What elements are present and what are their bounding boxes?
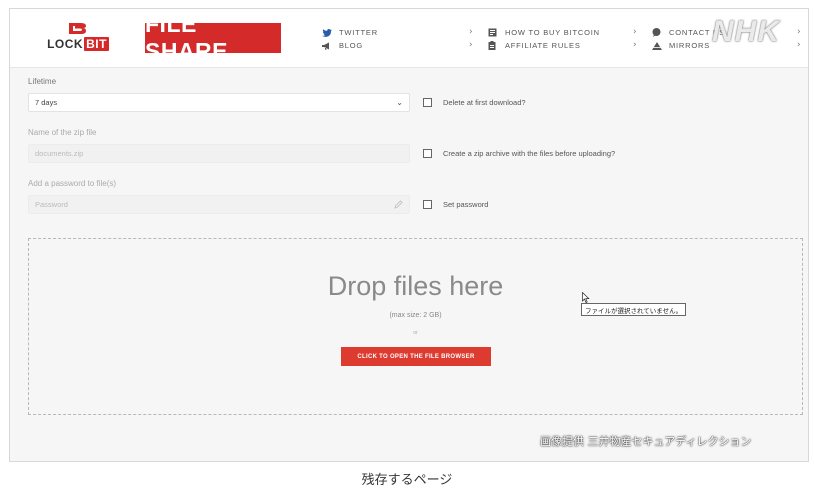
file-share-banner[interactable]: FILE SHARE (145, 11, 281, 64)
browser-viewport: LOCK BIT FILE SHARE TWITTER BLOG › › HOW… (9, 8, 809, 462)
create-zip-checkbox[interactable] (423, 149, 432, 158)
nav-label-twitter: TWITTER (339, 28, 378, 37)
lifetime-select[interactable]: 7 days ⌄ (28, 93, 410, 112)
drop-zone-title: Drop files here (327, 271, 504, 301)
nav-item-affiliate-rules[interactable]: AFFILIATE RULES (488, 39, 600, 52)
chevron-right-icon: › (797, 40, 801, 50)
password-input[interactable]: Password (28, 195, 410, 214)
zip-name-label: Name of the zip file (28, 128, 97, 137)
password-placeholder: Password (35, 200, 68, 209)
image-caption: 残存するページ (361, 473, 453, 488)
set-password-row: Set password (423, 200, 488, 209)
chevron-right-icon: › (469, 27, 473, 37)
image-credit-overlay: 画像提供 三井物産セキュアディレクション (540, 435, 752, 448)
zip-name-placeholder: documents.zip (35, 149, 84, 158)
chat-icon (652, 28, 661, 37)
chevron-right-icon: › (469, 40, 473, 50)
chevron-right-icon: › (797, 27, 801, 37)
lockbit-logo-icon (69, 23, 86, 34)
chevron-right-icon: › (633, 40, 637, 50)
lifetime-label: Lifetime (28, 77, 57, 86)
delete-first-download-row: Delete at first download? (423, 98, 526, 107)
nav-item-how-to-buy-bitcoin[interactable]: HOW TO BUY BITCOIN (488, 26, 600, 39)
set-password-checkbox[interactable] (423, 200, 432, 209)
chevron-down-icon: ⌄ (396, 98, 403, 107)
nav-item-blog[interactable]: BLOG (322, 39, 378, 52)
create-zip-row: Create a zip archive with the files befo… (423, 149, 615, 158)
document-icon (488, 28, 497, 37)
logo-text-bit: BIT (84, 37, 109, 51)
logo-text-lock: LOCK (47, 37, 84, 51)
nav-label-mirrors: MIRRORS (669, 41, 711, 50)
mouse-cursor-icon (582, 292, 590, 303)
lockbit-logo[interactable]: LOCK BIT (47, 21, 109, 51)
chevron-right-icon: › (633, 27, 637, 37)
lifetime-value: 7 days (35, 98, 58, 107)
clipboard-icon (488, 41, 496, 50)
zip-name-input[interactable]: documents.zip (28, 144, 410, 163)
nhk-watermark: NHK (712, 15, 780, 48)
pencil-icon (394, 200, 403, 209)
nav-label-blog: BLOG (339, 41, 364, 50)
nav-label-affiliate-rules: AFFILIATE RULES (505, 41, 581, 50)
no-file-selected-tooltip: ファイルが選択されていません。 (581, 303, 687, 316)
create-zip-label: Create a zip archive with the files befo… (443, 149, 616, 158)
nav-item-twitter[interactable]: TWITTER (322, 26, 378, 39)
nav-column-social: TWITTER BLOG (322, 26, 378, 52)
pyramid-icon (652, 41, 662, 50)
open-file-browser-button[interactable]: CLICK TO OPEN THE FILE BROWSER (341, 347, 491, 366)
nav-column-info: HOW TO BUY BITCOIN AFFILIATE RULES (488, 26, 600, 52)
delete-first-download-checkbox[interactable] (423, 98, 432, 107)
set-password-label: Set password (443, 200, 489, 209)
file-drop-zone[interactable]: Drop files here (max size: 2 GB) or CLIC… (28, 238, 803, 415)
password-label: Add a password to file(s) (28, 179, 117, 188)
delete-first-download-label: Delete at first download? (443, 98, 526, 107)
megaphone-icon (322, 42, 329, 50)
nav-label-how-to-buy-bitcoin: HOW TO BUY BITCOIN (505, 28, 600, 37)
twitter-icon (322, 28, 332, 37)
drop-zone-or: or (413, 330, 418, 336)
site-header: LOCK BIT FILE SHARE TWITTER BLOG › › HOW… (10, 9, 808, 68)
